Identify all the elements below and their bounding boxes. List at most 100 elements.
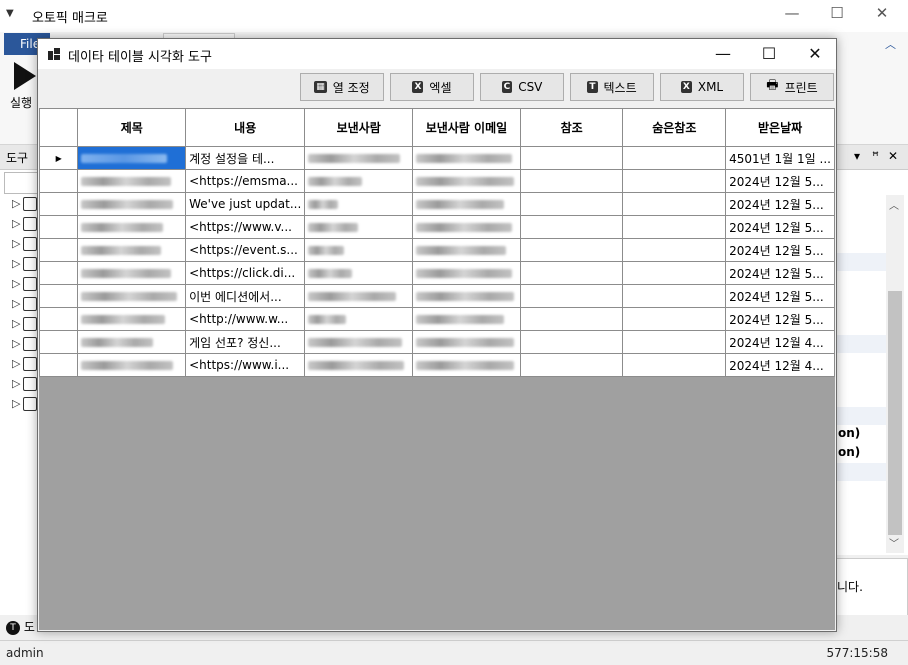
current-row-indicator-icon[interactable]: ▶	[38, 146, 79, 170]
column-header-content[interactable]: 내용	[185, 108, 306, 147]
row-header[interactable]	[38, 261, 79, 285]
column-header-subject[interactable]: 제목	[77, 108, 187, 147]
cell-content[interactable]: 이번 에디션에서...	[185, 284, 306, 308]
table-row[interactable]: <https://www.v... 2024년 12월 5...	[38, 215, 835, 239]
expand-arrow-icon[interactable]: ▷	[12, 357, 20, 370]
table-row[interactable]: <https://event.s... 2024년 12월 5...	[38, 238, 835, 262]
cell-bcc[interactable]	[622, 192, 727, 216]
tool-search-input[interactable]	[4, 172, 38, 194]
cell-sender-email[interactable]	[412, 238, 521, 262]
cell-bcc[interactable]	[622, 215, 727, 239]
cell-content[interactable]: <https://www.i...	[185, 353, 306, 377]
cell-bcc[interactable]	[622, 146, 727, 170]
dialog-maximize-icon[interactable]: ☐	[746, 41, 792, 67]
cell-content[interactable]: <https://click.di...	[185, 261, 306, 285]
cell-sender-email[interactable]	[412, 330, 521, 354]
cell-sender-email[interactable]	[412, 215, 521, 239]
table-row[interactable]: <https://click.di... 2024년 12월 5...	[38, 261, 835, 285]
column-header-cc[interactable]: 참조	[519, 108, 624, 147]
tree-item[interactable]: ▷	[12, 217, 38, 235]
cell-subject[interactable]	[77, 307, 187, 331]
cell-received-date[interactable]: 2024년 12월 5...	[725, 284, 835, 308]
expand-arrow-icon[interactable]: ▷	[12, 377, 20, 390]
column-header-sender-email[interactable]: 보낸사람 이메일	[412, 108, 521, 147]
cell-sender[interactable]	[304, 146, 414, 170]
cell-content[interactable]: <http://www.w...	[185, 307, 306, 331]
tree-item[interactable]: ▷	[12, 377, 38, 395]
cell-sender-email[interactable]	[412, 192, 521, 216]
cell-received-date[interactable]: 2024년 12월 5...	[725, 192, 835, 216]
row-header[interactable]	[38, 307, 79, 331]
cell-bcc[interactable]	[622, 330, 727, 354]
cell-subject[interactable]	[77, 284, 187, 308]
cell-subject[interactable]	[77, 215, 187, 239]
cell-received-date[interactable]: 2024년 12월 4...	[725, 330, 835, 354]
row-header[interactable]	[38, 284, 79, 308]
cell-bcc[interactable]	[622, 238, 727, 262]
cell-sender-email[interactable]	[412, 307, 521, 331]
tree-item[interactable]: ▷	[12, 317, 38, 335]
expand-arrow-icon[interactable]: ▷	[12, 297, 20, 310]
cell-bcc[interactable]	[622, 284, 727, 308]
cell-content[interactable]: We've just updat...	[185, 192, 306, 216]
cell-bcc[interactable]	[622, 307, 727, 331]
cell-bcc[interactable]	[622, 353, 727, 377]
panel-close-icon[interactable]: ✕	[888, 149, 898, 163]
tree-item[interactable]: ▷	[12, 357, 38, 375]
dropdown-icon[interactable]: ▾	[854, 149, 860, 163]
minimize-icon[interactable]: —	[772, 4, 812, 22]
expand-arrow-icon[interactable]: ▷	[12, 397, 20, 410]
cell-sender-email[interactable]	[412, 261, 521, 285]
tree-item[interactable]: ▷	[12, 297, 38, 315]
table-row[interactable]: 게임 선포? 정신... 2024년 12월 4...	[38, 330, 835, 354]
expand-arrow-icon[interactable]: ▷	[12, 197, 20, 210]
cell-received-date[interactable]: 2024년 12월 4...	[725, 353, 835, 377]
data-grid-area[interactable]: 제목 내용 보낸사람 보낸사람 이메일 참조 숨은참조 받은날짜 ▶ 계정 설정…	[38, 108, 835, 630]
expand-arrow-icon[interactable]: ▷	[12, 337, 20, 350]
cell-subject[interactable]	[77, 330, 187, 354]
excel-export-button[interactable]: X 엑셀	[390, 73, 474, 101]
table-row[interactable]: We've just updat... 2024년 12월 5...	[38, 192, 835, 216]
cell-received-date[interactable]: 4501년 1월 1일 ...	[725, 146, 835, 170]
cell-received-date[interactable]: 2024년 12월 5...	[725, 215, 835, 239]
csv-export-button[interactable]: C CSV	[480, 73, 564, 101]
row-header[interactable]	[38, 192, 79, 216]
cell-subject[interactable]	[77, 192, 187, 216]
column-header-bcc[interactable]: 숨은참조	[622, 108, 727, 147]
scroll-down-icon[interactable]: ﹀	[889, 535, 899, 550]
cell-sender-email[interactable]	[412, 146, 521, 170]
dialog-minimize-icon[interactable]: —	[700, 41, 746, 67]
cell-sender[interactable]	[304, 215, 414, 239]
close-icon[interactable]: ✕	[862, 4, 902, 22]
cell-sender-email[interactable]	[412, 353, 521, 377]
cell-cc[interactable]	[519, 192, 624, 216]
maximize-icon[interactable]: ☐	[817, 4, 857, 22]
cell-sender[interactable]	[304, 307, 414, 331]
scroll-up-icon[interactable]: ︿	[889, 197, 899, 212]
print-button[interactable]: 🖶 프린트	[750, 73, 834, 101]
run-button[interactable]: 실행	[10, 62, 40, 112]
cell-content[interactable]: <https://www.v...	[185, 215, 306, 239]
cell-content[interactable]: <https://event.s...	[185, 238, 306, 262]
table-row[interactable]: <https://www.i... 2024년 12월 4...	[38, 353, 835, 377]
cell-content[interactable]: <https://emsma...	[185, 169, 306, 193]
column-header-sender[interactable]: 보낸사람	[304, 108, 414, 147]
bottom-tab[interactable]: T 도	[6, 618, 35, 635]
text-export-button[interactable]: T 텍스트	[570, 73, 654, 101]
dialog-close-icon[interactable]: ✕	[792, 41, 838, 67]
column-header-received-date[interactable]: 받은날짜	[725, 108, 835, 147]
cell-subject[interactable]	[77, 261, 187, 285]
cell-sender[interactable]	[304, 169, 414, 193]
cell-cc[interactable]	[519, 330, 624, 354]
cell-cc[interactable]	[519, 238, 624, 262]
row-header[interactable]	[38, 330, 79, 354]
table-row[interactable]: 이번 에디션에서... 2024년 12월 5...	[38, 284, 835, 308]
cell-sender[interactable]	[304, 330, 414, 354]
cell-content[interactable]: 게임 선포? 정신...	[185, 330, 306, 354]
row-header[interactable]	[38, 215, 79, 239]
cell-content[interactable]: 계정 설정을 테...	[185, 146, 306, 170]
cell-received-date[interactable]: 2024년 12월 5...	[725, 238, 835, 262]
row-header-corner[interactable]	[38, 108, 79, 147]
tree-item[interactable]: ▷	[12, 237, 38, 255]
cell-sender[interactable]	[304, 192, 414, 216]
